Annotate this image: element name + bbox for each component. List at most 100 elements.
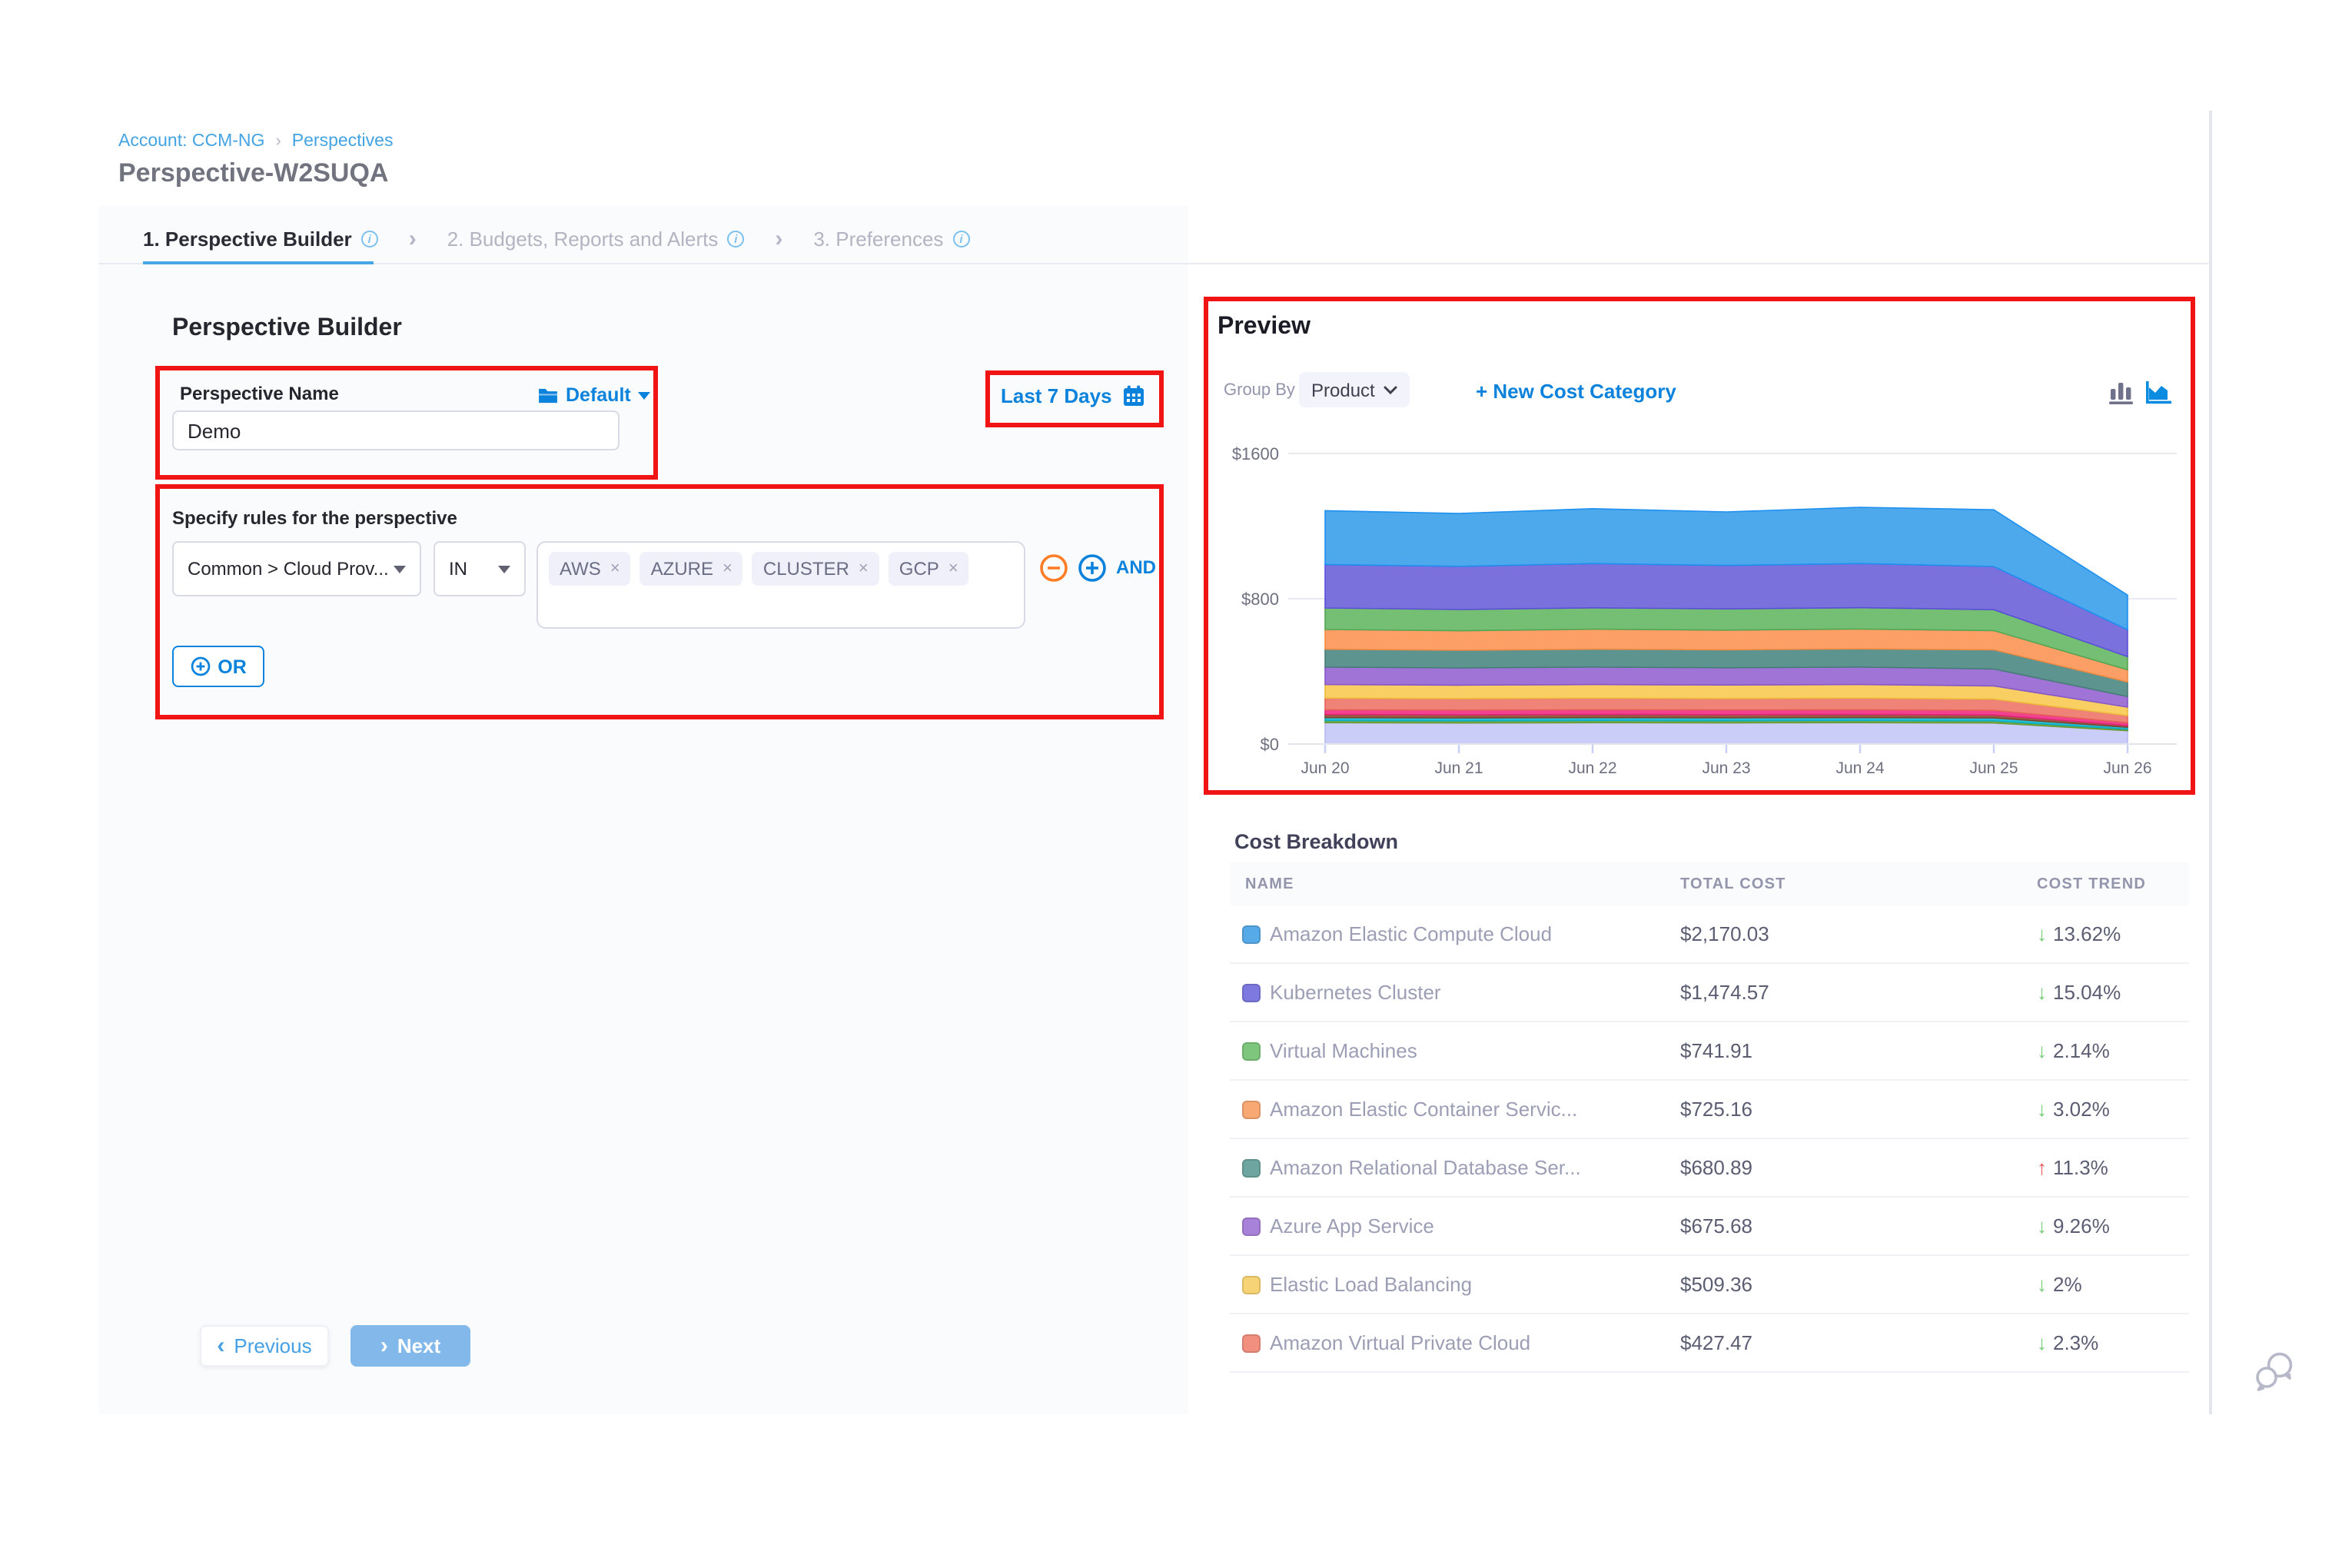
add-rule-button[interactable] (1078, 553, 1107, 583)
table-row[interactable]: Amazon Elastic Compute Cloud$2,170.03↓13… (1230, 905, 2189, 964)
time-range-selector[interactable]: Last 7 Days (1001, 384, 1146, 407)
table-row[interactable]: Amazon Relational Database Ser...$680.89… (1230, 1139, 2189, 1198)
row-total-cost: $1,474.57 (1680, 981, 2037, 1004)
breadcrumb-link[interactable]: Account: CCM-NG (118, 132, 264, 151)
area-series-0 (1325, 723, 2128, 744)
add-or-rule-button[interactable]: OR (172, 646, 264, 687)
app-root: Account: CCM-NG › Perspectives Perspective… (0, 0, 2352, 1568)
folder-selector[interactable]: Default (538, 384, 651, 406)
active-tab-underline (143, 261, 374, 264)
chip-remove-icon[interactable]: × (859, 560, 869, 578)
trend-value: 2% (2053, 1273, 2082, 1296)
x-axis-tick-label: Jun 23 (1702, 759, 1750, 777)
group-by-label: Group By (1224, 381, 1295, 400)
row-name-cell[interactable]: Amazon Relational Database Ser... (1230, 1156, 1680, 1179)
info-icon: i (727, 231, 744, 247)
row-cost-trend: ↓ 2.3% (2037, 1331, 2189, 1354)
trend-down-arrow-icon: ↓ (2037, 1331, 2047, 1354)
perspective-name-input[interactable] (172, 410, 620, 450)
area-chart-toggle-button[interactable] (2144, 380, 2171, 404)
perspective-name-label: Perspective Name (180, 383, 339, 404)
breadcrumb-link[interactable]: Perspectives (292, 132, 394, 151)
remove-rule-button[interactable] (1039, 553, 1068, 583)
column-header: TOTAL COST (1680, 875, 2037, 892)
chip-remove-icon[interactable]: × (610, 560, 620, 578)
previous-button[interactable]: ‹ Previous (200, 1325, 329, 1367)
folder-selector-label: Default (566, 384, 631, 406)
row-name-label: Azure App Service (1270, 1214, 1434, 1237)
chevron-down-icon (394, 565, 406, 573)
row-name-cell[interactable]: Elastic Load Balancing (1230, 1273, 1680, 1296)
cost-table-body: Amazon Elastic Compute Cloud$2,170.03↓13… (1230, 905, 2189, 1373)
row-name-label: Amazon Elastic Compute Cloud (1270, 922, 1552, 945)
tab-1[interactable]: 1. Perspective Builderi (143, 228, 378, 251)
tab-label: 3. Preferences (813, 228, 943, 251)
preview-heading: Preview (1218, 314, 1311, 341)
row-name-label: Virtual Machines (1270, 1039, 1417, 1062)
rule-operator-value: IN (449, 558, 467, 580)
series-color-swatch (1242, 1334, 1261, 1352)
trend-value: 13.62% (2053, 922, 2121, 945)
y-axis-tick-label: $0 (1261, 735, 1279, 754)
filter-chip[interactable]: AZURE × (640, 552, 743, 586)
table-row[interactable]: Virtual Machines$741.91↓2.14% (1230, 1022, 2189, 1081)
tab-2[interactable]: 2. Budgets, Reports and Alertsi (447, 228, 745, 251)
y-axis-tick-label: $1600 (1232, 444, 1279, 463)
chevron-right-icon: › (409, 226, 417, 252)
support-chat-button[interactable] (2254, 1350, 2297, 1393)
bar-chart-toggle-button[interactable] (2109, 380, 2135, 404)
info-icon: i (361, 231, 378, 247)
filter-chip-label: AZURE (651, 558, 713, 580)
row-name-cell[interactable]: Amazon Elastic Container Servic... (1230, 1098, 1680, 1121)
table-row[interactable]: Elastic Load Balancing $509.36↓ 2% (1230, 1256, 2189, 1314)
row-cost-trend: ↓15.04% (2037, 981, 2189, 1004)
trend-down-arrow-icon: ↓ (2037, 1273, 2047, 1296)
row-name-cell[interactable]: Amazon Elastic Compute Cloud (1230, 922, 1680, 945)
row-name-cell[interactable]: Azure App Service (1230, 1214, 1680, 1237)
chevron-down-icon (498, 565, 510, 573)
time-range-label: Last 7 Days (1001, 384, 1112, 407)
row-name-cell[interactable]: Kubernetes Cluster (1230, 981, 1680, 1004)
x-axis-tick-label: Jun 25 (1969, 759, 2018, 777)
table-header: NAMETOTAL COSTCOST TREND (1230, 862, 2189, 905)
cost-breakdown-table: NAMETOTAL COSTCOST TREND Amazon Elastic … (1230, 862, 2189, 1373)
filter-chip[interactable]: GCP × (889, 552, 969, 586)
row-total-cost: $427.47 (1680, 1331, 2037, 1354)
row-total-cost: $509.36 (1680, 1273, 2037, 1296)
filter-chip[interactable]: AWS × (549, 552, 631, 586)
row-name-cell[interactable]: Amazon Virtual Private Cloud (1230, 1331, 1680, 1354)
group-by-dropdown[interactable]: Product (1299, 372, 1410, 407)
row-name-label: Elastic Load Balancing (1270, 1273, 1472, 1296)
trend-value: 2.3% (2053, 1331, 2098, 1354)
table-row[interactable]: Amazon Elastic Container Servic... $725.1… (1230, 1081, 2189, 1139)
filter-chip[interactable]: CLUSTER× (752, 552, 879, 586)
chip-remove-icon[interactable]: × (723, 560, 733, 578)
tab-3[interactable]: 3. Preferencesi (813, 228, 969, 251)
chip-remove-icon[interactable]: × (948, 560, 958, 578)
row-cost-trend: ↓3.02% (2037, 1098, 2189, 1121)
chevron-down-icon (1384, 385, 1398, 394)
x-axis-tick-label: Jun 21 (1434, 759, 1483, 777)
new-cost-category-button[interactable]: + New Cost Category (1476, 380, 1676, 403)
rule-field-dropdown[interactable]: Common > Cloud Prov... (172, 541, 421, 596)
row-name-label: Amazon Elastic Container Servic... (1270, 1098, 1577, 1121)
table-row[interactable]: Amazon Virtual Private Cloud$427.47↓ 2.3% (1230, 1314, 2189, 1373)
group-by-value: Product (1311, 379, 1375, 400)
minus-circle-icon (1039, 553, 1068, 583)
content-right-divider (2209, 111, 2211, 1414)
table-row[interactable]: Kubernetes Cluster$1,474.57↓15.04% (1230, 964, 2189, 1022)
table-row[interactable]: Azure App Service$675.68↓9.26% (1230, 1198, 2189, 1256)
trend-value: 11.3% (2053, 1156, 2108, 1179)
filter-chip-label: AWS (560, 558, 601, 580)
series-color-swatch (1242, 983, 1261, 1002)
trend-down-arrow-icon: ↓ (2037, 981, 2047, 1004)
filter-chip-label: GCP (899, 558, 939, 580)
x-axis-tick-label: Jun 26 (2103, 759, 2151, 777)
series-color-swatch (1242, 1100, 1261, 1118)
rule-operator-dropdown[interactable]: IN (434, 541, 526, 596)
row-total-cost: $725.16 (1680, 1098, 2037, 1121)
row-total-cost: $680.89 (1680, 1156, 2037, 1179)
rule-values-box[interactable]: AWS×AZURE×CLUSTER×GCP× (537, 541, 1025, 629)
row-name-cell[interactable]: Virtual Machines (1230, 1039, 1680, 1062)
next-button[interactable]: › Next (350, 1325, 470, 1367)
